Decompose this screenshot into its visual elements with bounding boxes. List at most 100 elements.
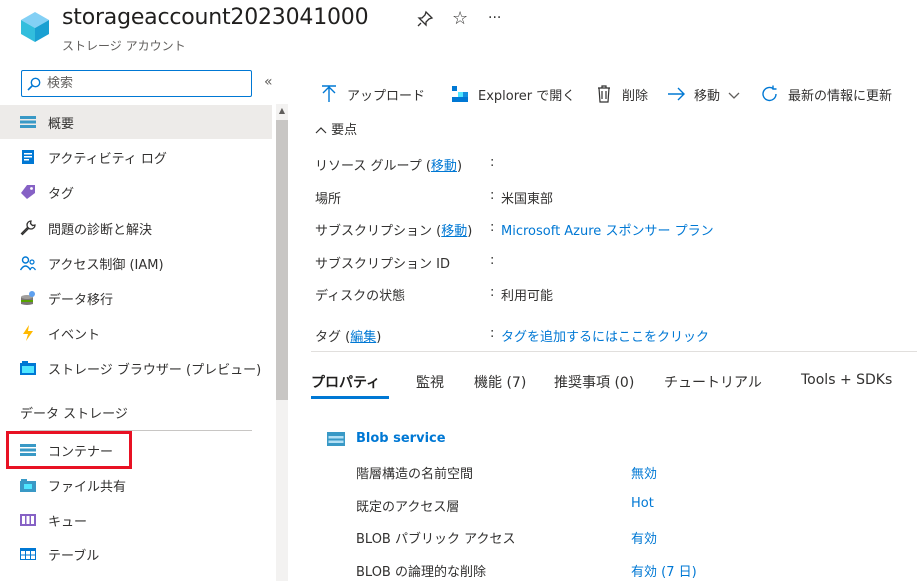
blob-service-title[interactable]: Blob service: [356, 431, 446, 446]
sidebar-item-label: アクティビティ ログ: [48, 151, 167, 167]
key-text: タグ: [315, 330, 342, 345]
essentials-key-subscription: サブスクリプション (移動): [315, 224, 473, 239]
sidebar-item-containers[interactable]: コンテナー: [0, 433, 272, 467]
essentials-label: 要点: [331, 123, 358, 138]
colon: :: [490, 285, 495, 300]
sidebar-item-diagnose[interactable]: 問題の診断と解決: [0, 211, 272, 245]
essentials-key-location: 場所: [315, 192, 342, 207]
upload-button[interactable]: アップロード: [319, 82, 425, 106]
sidebar-item-label: ストレージ ブラウザー (プレビュー): [48, 362, 262, 378]
sidebar-item-events[interactable]: イベント: [0, 316, 272, 350]
overview-icon: [20, 114, 36, 130]
sidebar-item-label: 概要: [48, 116, 75, 132]
property-value-link[interactable]: 有効 (7 日): [631, 561, 697, 580]
colon: :: [490, 155, 495, 170]
tab-monitoring[interactable]: 監視: [416, 372, 444, 392]
sidebar-item-queues[interactable]: キュー: [0, 503, 272, 537]
subscription-move-link[interactable]: 移動: [441, 224, 467, 239]
tags-edit-link[interactable]: 編集: [350, 330, 376, 345]
storage-account-icon: [21, 12, 49, 42]
subscription-link[interactable]: Microsoft Azure スポンサー プラン: [501, 220, 714, 239]
more-actions-icon[interactable]: ···: [488, 10, 501, 26]
sidebar-item-overview[interactable]: 概要: [0, 105, 272, 139]
sidebar-item-label: キュー: [48, 514, 88, 530]
property-value-link[interactable]: Hot: [631, 496, 654, 511]
arrow-right-icon: [666, 84, 686, 104]
move-label: 移動: [694, 88, 721, 104]
active-tab-indicator: [311, 396, 389, 399]
search-input[interactable]: [47, 76, 237, 91]
key-text: リソース グループ: [315, 159, 422, 174]
essentials-key-subscription-id: サブスクリプション ID: [315, 257, 450, 272]
tab-recommendations[interactable]: 推奨事項 (0): [554, 372, 634, 392]
page-subtitle: ストレージ アカウント: [62, 39, 186, 53]
sidebar-item-label: タグ: [48, 186, 75, 202]
upload-label: アップロード: [347, 88, 426, 104]
move-button[interactable]: 移動: [666, 82, 740, 106]
sidebar-item-file-shares[interactable]: ファイル共有: [0, 468, 272, 502]
colon: :: [490, 220, 495, 235]
colon: :: [490, 188, 495, 203]
colon: :: [490, 326, 495, 341]
property-key: 階層構造の名前空間: [356, 467, 474, 482]
tab-capabilities[interactable]: 機能 (7): [474, 372, 526, 392]
page-title: storageaccount2023041000: [62, 5, 369, 30]
favorite-star-icon[interactable]: ☆: [452, 8, 468, 29]
property-value-link[interactable]: 有効: [631, 528, 657, 547]
scroll-up-arrow-icon[interactable]: ▲: [276, 104, 288, 118]
data-migration-icon: [20, 290, 36, 306]
property-key: 既定のアクセス層: [356, 500, 460, 515]
sidebar-item-label: ファイル共有: [48, 479, 127, 495]
resource-group-move-link[interactable]: 移動: [431, 159, 457, 174]
disk-state-value: 利用可能: [501, 289, 554, 304]
refresh-button[interactable]: 最新の情報に更新: [760, 82, 892, 106]
storage-browser-icon: [20, 360, 36, 376]
open-in-explorer-button[interactable]: Explorer で開く: [450, 82, 575, 106]
location-value: 米国東部: [501, 192, 554, 207]
sidebar-item-label: アクセス制御 (IAM): [48, 257, 164, 273]
storage-explorer-icon: [450, 84, 470, 104]
property-value-link[interactable]: 無効: [631, 463, 657, 482]
delete-button[interactable]: 削除: [594, 82, 648, 106]
essentials-key-resource-group: リソース グループ (移動): [315, 159, 463, 174]
queue-icon: [20, 512, 36, 528]
tab-tutorials[interactable]: チュートリアル: [664, 372, 762, 392]
blob-service-icon: [327, 432, 345, 446]
sidebar-item-tags[interactable]: タグ: [0, 175, 272, 209]
tab-properties[interactable]: プロパティ: [311, 372, 380, 392]
sidebar-item-activity-log[interactable]: アクティビティ ログ: [0, 140, 272, 174]
chevron-down-icon: [728, 85, 740, 104]
sidebar-item-iam[interactable]: アクセス制御 (IAM): [0, 246, 272, 280]
container-icon: [20, 442, 36, 458]
open-in-explorer-label: Explorer で開く: [478, 88, 576, 104]
essentials-key-tags: タグ (編集): [315, 330, 382, 345]
colon: :: [490, 253, 495, 268]
sidebar-item-storage-browser[interactable]: ストレージ ブラウザー (プレビュー): [0, 351, 272, 385]
sidebar-item-label: イベント: [48, 327, 101, 343]
sidebar-section-data-storage: データ ストレージ: [20, 407, 128, 422]
pin-icon[interactable]: [416, 10, 434, 32]
sidebar-item-data-migration[interactable]: データ移行: [0, 281, 272, 315]
delete-label: 削除: [622, 88, 649, 104]
essentials-toggle[interactable]: 要点: [315, 119, 357, 138]
sidebar-item-label: テーブル: [48, 548, 100, 564]
wrench-icon: [20, 220, 36, 236]
chevron-up-icon: [315, 123, 327, 138]
sidebar-search[interactable]: [21, 70, 252, 97]
tab-tools-sdks[interactable]: Tools + SDKs: [801, 372, 892, 388]
divider: [311, 351, 917, 352]
file-share-icon: [20, 477, 36, 493]
sidebar-item-label: 問題の診断と解決: [48, 222, 153, 238]
sidebar-item-label: コンテナー: [48, 444, 114, 460]
divider: [20, 430, 252, 431]
sidebar-item-tables[interactable]: テーブル: [0, 537, 272, 571]
property-key: BLOB の論理的な削除: [356, 565, 486, 580]
activity-log-icon: [20, 149, 36, 165]
essentials-key-disk-state: ディスクの状態: [315, 289, 406, 304]
upload-icon: [319, 84, 339, 104]
sidebar-scroll-thumb[interactable]: [276, 120, 288, 400]
lightning-icon: [20, 325, 36, 341]
property-key: BLOB パブリック アクセス: [356, 532, 516, 547]
collapse-sidebar-icon[interactable]: «: [264, 74, 273, 90]
add-tags-link[interactable]: タグを追加するにはここをクリック: [501, 326, 709, 345]
